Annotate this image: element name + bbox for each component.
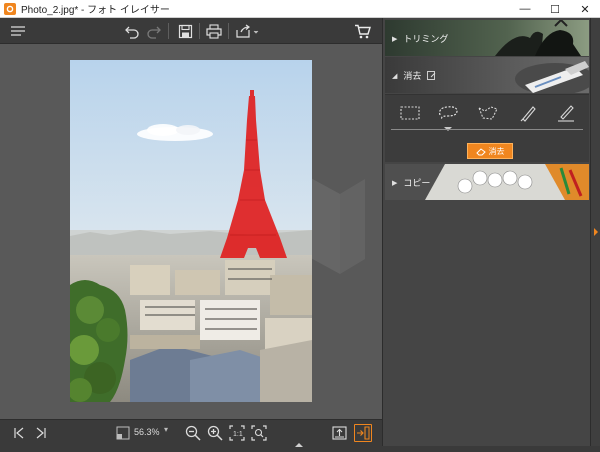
section-erase[interactable]: ◢ 消去 xyxy=(385,57,589,93)
panel-edge xyxy=(590,18,600,446)
zoom-level: 56.3% xyxy=(134,427,160,437)
fit-icon[interactable] xyxy=(250,424,268,442)
redo-icon[interactable] xyxy=(144,21,164,41)
first-page-icon[interactable] xyxy=(10,424,28,442)
cart-icon[interactable] xyxy=(352,21,372,41)
erase-button-label: 消去 xyxy=(488,146,505,156)
brush-icon[interactable] xyxy=(515,101,541,125)
expand-panel-icon[interactable] xyxy=(594,228,598,236)
menu-icon[interactable] xyxy=(8,21,28,41)
section-copy[interactable]: ▶ コピー xyxy=(385,164,589,200)
eraser-brush-icon[interactable] xyxy=(553,101,579,125)
erase-section-icon xyxy=(427,70,436,80)
lasso-icon[interactable] xyxy=(435,101,461,131)
section-copy-label: コピー xyxy=(403,178,431,188)
window-title: Photo_2.jpg* - フォト イレイサー xyxy=(21,5,170,16)
tool-divider xyxy=(391,129,583,130)
main-toolbar xyxy=(0,18,382,44)
collapse-up-icon[interactable] xyxy=(295,443,303,447)
expanded-chevron-icon: ◢ xyxy=(392,72,398,80)
polygon-lasso-icon[interactable] xyxy=(475,101,501,125)
maximize-button[interactable]: ☐ xyxy=(540,0,570,18)
svg-text:1:1: 1:1 xyxy=(233,431,243,438)
zoom-in-icon[interactable] xyxy=(206,424,224,442)
save-icon[interactable] xyxy=(175,21,195,41)
title-bar: Photo_2.jpg* - フォト イレイサー — ☐ ✕ xyxy=(0,0,600,18)
side-panel: ▶ トリミング ◢ 消去 消去 ▶ コピー xyxy=(382,18,590,446)
section-trimming[interactable]: ▶ トリミング xyxy=(385,20,589,56)
paris-photo-image xyxy=(70,60,312,402)
share-icon[interactable] xyxy=(234,21,260,41)
app-logo-icon xyxy=(4,2,16,15)
minimize-button[interactable]: — xyxy=(510,0,540,18)
erase-button[interactable]: 消去 xyxy=(467,143,513,159)
photo[interactable] xyxy=(70,60,312,402)
undo-icon[interactable] xyxy=(122,21,142,41)
close-button[interactable]: ✕ xyxy=(570,0,600,18)
image-size-icon xyxy=(114,424,132,442)
print-icon[interactable] xyxy=(204,21,224,41)
actual-size-icon[interactable]: 1:1 xyxy=(228,424,246,442)
bottom-toolbar: 56.3% ▾ 1:1 xyxy=(0,419,382,446)
collapsed-chevron-icon: ▶ xyxy=(392,35,398,43)
section-erase-label: 消去 xyxy=(403,71,422,81)
image-canvas[interactable] xyxy=(0,44,382,419)
section-trimming-label: トリミング xyxy=(403,34,449,44)
collapsed-chevron-icon: ▶ xyxy=(392,179,398,187)
status-strip xyxy=(0,443,600,452)
compare-icon[interactable] xyxy=(354,424,372,442)
rectangle-select-icon[interactable] xyxy=(397,101,423,125)
eraser-icon xyxy=(475,147,486,155)
erase-tools: 消去 xyxy=(385,94,589,162)
export-icon[interactable] xyxy=(330,424,348,442)
zoom-out-icon[interactable] xyxy=(184,424,202,442)
last-page-icon[interactable] xyxy=(32,424,50,442)
zoom-dropdown-icon[interactable]: ▾ xyxy=(164,425,168,434)
